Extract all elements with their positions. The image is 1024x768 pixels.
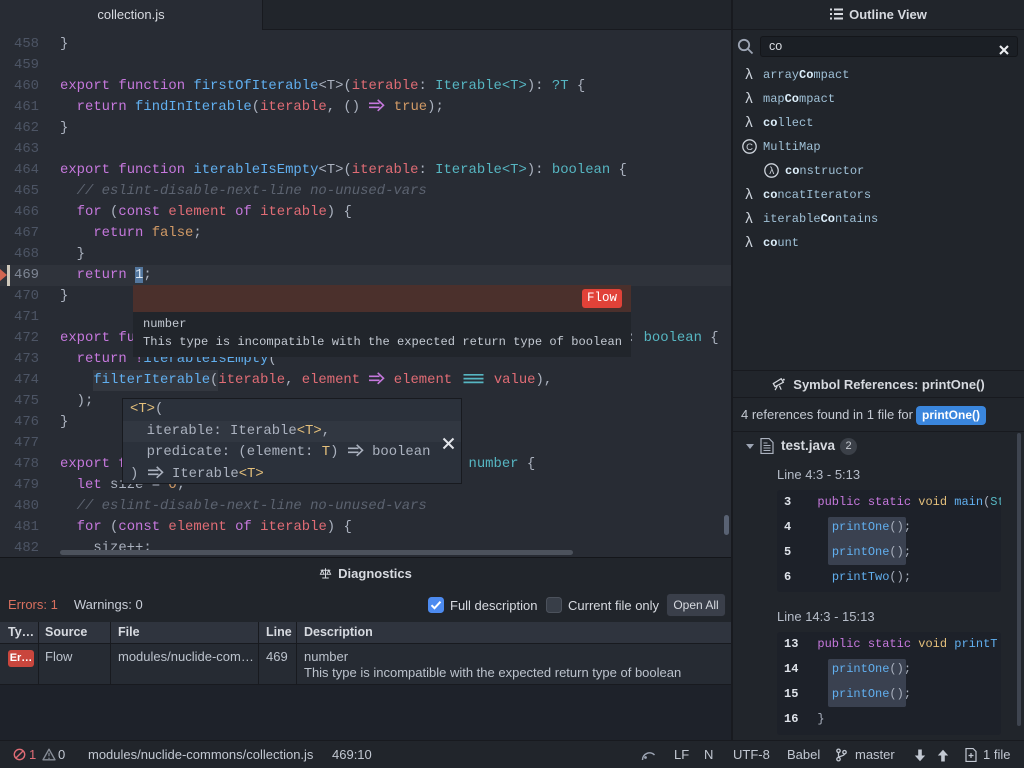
svg-text:C: C (746, 142, 753, 153)
svg-text:λ: λ (769, 166, 774, 177)
